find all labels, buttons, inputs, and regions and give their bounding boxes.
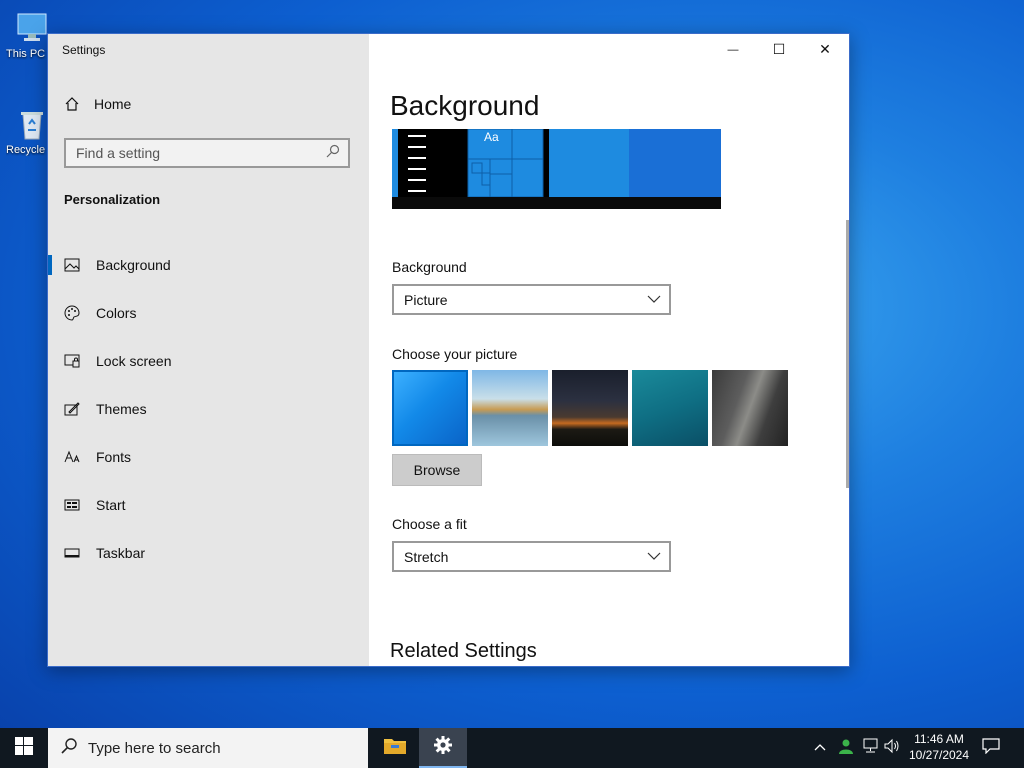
picture-thumbnail-rock[interactable] [712,370,788,446]
sidebar: Settings Home Personalization Background [48,34,369,666]
start-button[interactable] [0,728,48,768]
show-hidden-icons-button[interactable] [814,728,826,768]
sidebar-item-label: Colors [96,305,137,321]
settings-taskbar-button[interactable] [419,728,467,768]
section-title: Personalization [64,192,161,207]
home-label: Home [94,96,132,112]
background-icon [64,257,80,273]
sidebar-item-label: Taskbar [96,545,146,561]
sidebar-item-background[interactable]: Background [48,241,369,289]
people-icon [837,737,855,760]
lock-screen-icon [64,353,80,369]
gear-icon [433,735,453,760]
main-content: Background Aa Background Picture Choose … [369,34,849,666]
picture-thumbnail-night-sky[interactable] [552,370,628,446]
sidebar-item-start[interactable]: Start [48,481,369,529]
preview-tile-text: Aa [484,130,499,144]
sidebar-item-label: Themes [96,401,147,417]
browse-button[interactable]: Browse [392,454,482,486]
volume-button[interactable] [884,728,900,768]
page-title: Background [390,90,540,121]
sidebar-item-colors[interactable]: Colors [48,289,369,337]
desktop-preview: Aa [392,129,721,209]
taskbar: Type here to search 11:46 AM 10/27/2024 [0,728,1024,768]
desktop-icon-label: Recycle Bin [6,144,52,156]
search-input[interactable] [74,144,326,162]
background-label: Background [392,259,467,275]
background-dropdown-value: Picture [404,291,448,308]
picture-thumbnail-windows[interactable] [392,370,468,446]
chevron-down-icon [647,292,661,309]
sidebar-item-label: Fonts [96,449,132,465]
sidebar-item-fonts[interactable]: Fonts [48,433,369,481]
file-explorer-button[interactable] [371,728,419,768]
fit-label: Choose a fit [392,516,467,532]
fit-dropdown-value: Stretch [404,548,449,565]
network-button[interactable] [862,728,880,768]
picture-thumbnails [392,370,788,446]
window-title: Settings [62,43,106,57]
home-link[interactable]: Home [64,96,131,112]
palette-icon [64,305,80,321]
sidebar-item-label: Lock screen [96,353,172,369]
fonts-icon [64,449,80,465]
sidebar-nav: Background Colors Lock screen Themes Fon… [48,241,369,577]
settings-window: Settings Home Personalization Background [47,33,850,667]
clock-date: 10/27/2024 [908,748,970,762]
windows-logo-icon [15,736,33,760]
sidebar-item-label: Background [96,257,171,273]
notification-icon [982,737,1000,759]
clock[interactable]: 11:46 AM 10/27/2024 [900,731,978,763]
related-settings-title: Related Settings [390,640,537,662]
themes-icon [64,401,80,417]
background-dropdown[interactable]: Picture [392,284,671,315]
volume-icon [884,738,900,759]
chevron-up-icon [814,739,826,757]
search-icon [326,144,340,163]
home-icon [64,96,80,112]
choose-picture-label: Choose your picture [392,346,518,362]
sidebar-item-label: Start [96,497,126,513]
picture-thumbnail-underwater[interactable] [632,370,708,446]
taskbar-icon [64,545,80,561]
picture-thumbnail-beach[interactable] [472,370,548,446]
fit-dropdown[interactable]: Stretch [392,541,671,572]
taskbar-search[interactable]: Type here to search [48,728,368,768]
clock-time: 11:46 AM [914,732,964,746]
network-icon [862,738,880,759]
sidebar-item-taskbar[interactable]: Taskbar [48,529,369,577]
action-center-button[interactable] [982,728,1000,768]
find-setting-search[interactable] [64,138,350,168]
recycle-bin-icon [14,106,50,142]
sidebar-item-lock-screen[interactable]: Lock screen [48,337,369,385]
sidebar-item-themes[interactable]: Themes [48,385,369,433]
tray-user-icon-button[interactable] [837,728,855,768]
search-icon [60,737,78,759]
desktop-icon-label: This PC - Shortcut [6,48,52,60]
chevron-down-icon [647,549,661,566]
this-pc-icon [14,10,50,46]
start-icon [64,497,80,513]
folder-icon [383,736,407,761]
scrollbar[interactable] [846,220,849,488]
taskbar-search-text: Type here to search [88,739,221,757]
